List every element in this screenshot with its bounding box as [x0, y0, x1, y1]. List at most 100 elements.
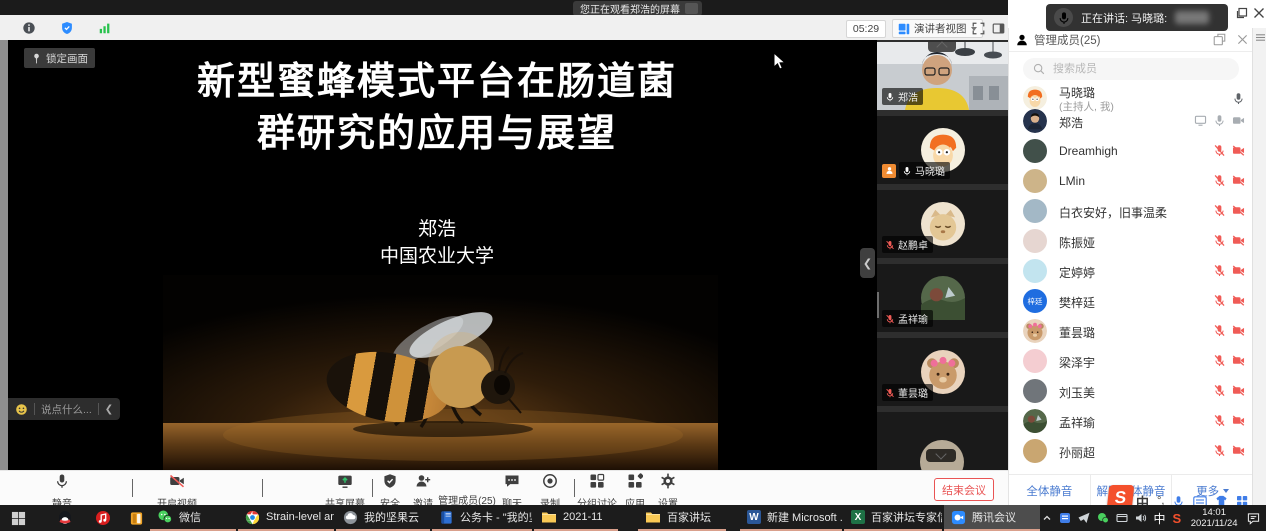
- member-row[interactable]: 孙丽超: [1009, 436, 1253, 466]
- side-panel-toggle-icon[interactable]: [992, 22, 1005, 35]
- taskbar-wechat[interactable]: 微信: [150, 505, 236, 531]
- taskbar-reader[interactable]: [122, 505, 152, 531]
- mic-off-icon[interactable]: [1213, 294, 1226, 307]
- left-scroll-strip[interactable]: [0, 40, 8, 470]
- maximize-button[interactable]: [1235, 6, 1248, 19]
- emoji-icon[interactable]: [15, 403, 28, 416]
- video-tile[interactable]: 马晓璐: [877, 116, 1008, 184]
- taskbar-document[interactable]: 公务卡 - "我的坚...: [432, 505, 532, 531]
- member-row[interactable]: 梓廷樊梓廷: [1009, 286, 1253, 316]
- member-row[interactable]: LMin: [1009, 166, 1253, 196]
- video-thumbnail-column: 郑浩马晓璐赵鹏卓孟祥瑜董昙璐: [877, 40, 1008, 470]
- camera-off-icon[interactable]: [1232, 354, 1245, 367]
- chevron-left-icon[interactable]: ❮: [105, 404, 113, 415]
- mic-off-icon[interactable]: [1213, 264, 1226, 277]
- member-row[interactable]: 梁泽宇: [1009, 346, 1253, 376]
- banner-menu-icon[interactable]: [685, 3, 698, 14]
- mic-off-icon[interactable]: [1213, 324, 1226, 337]
- chevron-up-icon[interactable]: [262, 480, 270, 488]
- member-search-box[interactable]: [1023, 58, 1239, 80]
- watching-banner-text: 您正在观看郑浩的屏幕: [580, 1, 680, 16]
- member-row[interactable]: 孟祥瑜: [1009, 406, 1253, 436]
- taskbar-qq[interactable]: [50, 505, 86, 531]
- tray-app-icon[interactable]: [1059, 512, 1071, 524]
- video-tile[interactable]: 郑浩: [877, 42, 1008, 110]
- camera-off-icon[interactable]: [1232, 174, 1245, 187]
- view-mode-button[interactable]: 演讲者视图: [892, 19, 983, 38]
- taskbar-start-button[interactable]: [4, 505, 46, 531]
- mic-off-icon[interactable]: [1213, 174, 1226, 187]
- taskbar-nutstore[interactable]: 我的坚果云: [336, 505, 430, 531]
- member-search-input[interactable]: [1051, 62, 1215, 76]
- camera-off-icon[interactable]: [1232, 144, 1245, 157]
- member-row[interactable]: 白衣安好，旧事温柔: [1009, 196, 1253, 226]
- view-mode-label: 演讲者视图: [914, 21, 967, 36]
- camera-status-icon[interactable]: [1232, 114, 1245, 127]
- scroll-down-chip[interactable]: [926, 449, 956, 462]
- close-button[interactable]: [1252, 6, 1265, 19]
- mic-off-icon[interactable]: [1213, 204, 1226, 217]
- camera-off-icon[interactable]: [1232, 414, 1245, 427]
- tray-sogou-icon[interactable]: S: [1173, 511, 1182, 526]
- info-icon[interactable]: [22, 21, 36, 35]
- tray-window-icon[interactable]: [1116, 512, 1128, 524]
- mic-on-icon[interactable]: [1232, 92, 1245, 105]
- camera-off-icon[interactable]: [1232, 444, 1245, 457]
- member-row[interactable]: 陈振娅: [1009, 226, 1253, 256]
- member-row[interactable]: 董昙璐: [1009, 316, 1253, 346]
- scroll-up-chip[interactable]: [928, 42, 956, 52]
- camera-off-icon[interactable]: [1232, 384, 1245, 397]
- tray-expand-icon[interactable]: [1042, 513, 1052, 523]
- chevron-up-icon[interactable]: [132, 480, 140, 488]
- notification-center-icon[interactable]: [1247, 512, 1260, 525]
- mic-status-icon[interactable]: [1213, 114, 1226, 127]
- taskbar-excel[interactable]: X百家讲坛专家信...: [844, 505, 942, 531]
- mic-off-icon[interactable]: [1213, 144, 1226, 157]
- taskbar-tencent-meeting[interactable]: 腾讯会议: [944, 505, 1040, 531]
- taskbar-chrome[interactable]: Strain-level anal...: [238, 505, 334, 531]
- taskbar-folder-2021-11[interactable]: 2021-11: [534, 505, 618, 531]
- mic-off-icon[interactable]: [1213, 384, 1226, 397]
- member-avatar: 梓廷: [1023, 289, 1047, 313]
- mic-off-icon[interactable]: [1213, 234, 1226, 247]
- watching-banner: 您正在观看郑浩的屏幕: [573, 1, 702, 16]
- fullscreen-icon[interactable]: [972, 22, 985, 35]
- member-row[interactable]: 定婷婷: [1009, 256, 1253, 286]
- taskbar-folder-baijia[interactable]: 百家讲坛: [638, 505, 726, 531]
- popout-panel-icon[interactable]: [1213, 33, 1226, 46]
- camera-off-icon[interactable]: [1232, 264, 1245, 277]
- collapse-video-panel-handle[interactable]: ❮: [860, 248, 875, 278]
- video-tile[interactable]: 董昙璐: [877, 338, 1008, 406]
- camera-off-icon[interactable]: [1232, 294, 1245, 307]
- camera-off-icon[interactable]: [1232, 204, 1245, 217]
- member-row[interactable]: 刘玉美: [1009, 376, 1253, 406]
- end-meeting-button[interactable]: 结束会议: [934, 478, 994, 501]
- mute-all-button[interactable]: 全体静音: [1009, 475, 1091, 506]
- taskbar-item-label: 公务卡 - "我的坚...: [460, 509, 532, 525]
- tile-scrollbar[interactable]: [877, 292, 879, 318]
- taskbar-clock[interactable]: 14:01 2021/11/24: [1191, 507, 1238, 529]
- tray-ime-mode[interactable]: 中: [1154, 510, 1166, 527]
- camera-off-icon[interactable]: [1232, 324, 1245, 337]
- mic-off-icon[interactable]: [1213, 354, 1226, 367]
- member-row[interactable]: 郑浩: [1009, 106, 1253, 136]
- member-avatar: [1023, 109, 1047, 133]
- hamburger-menu-icon[interactable]: [1256, 33, 1265, 42]
- tray-volume-icon[interactable]: [1135, 512, 1147, 524]
- close-panel-icon[interactable]: [1237, 34, 1248, 45]
- taskbar-word[interactable]: W新建 Microsoft ...: [740, 505, 842, 531]
- taskbar-music[interactable]: [88, 505, 124, 531]
- tray-telegram-icon[interactable]: [1078, 512, 1090, 524]
- wechat-icon: [157, 509, 173, 525]
- camera-off-icon[interactable]: [1232, 234, 1245, 247]
- video-tile[interactable]: 赵鹏卓: [877, 190, 1008, 258]
- member-row[interactable]: Dreamhigh: [1009, 136, 1253, 166]
- security-status-icon[interactable]: [60, 21, 74, 35]
- mic-off-icon[interactable]: [1213, 444, 1226, 457]
- chat-placeholder[interactable]: 说点什么...: [41, 402, 92, 417]
- tray-wechat-icon[interactable]: [1097, 512, 1109, 524]
- screen-share-status-icon[interactable]: [1194, 114, 1207, 127]
- mic-off-icon[interactable]: [1213, 414, 1226, 427]
- chat-quick-input[interactable]: 说点什么... ❮: [8, 398, 120, 420]
- video-tile[interactable]: 孟祥瑜: [877, 264, 1008, 332]
